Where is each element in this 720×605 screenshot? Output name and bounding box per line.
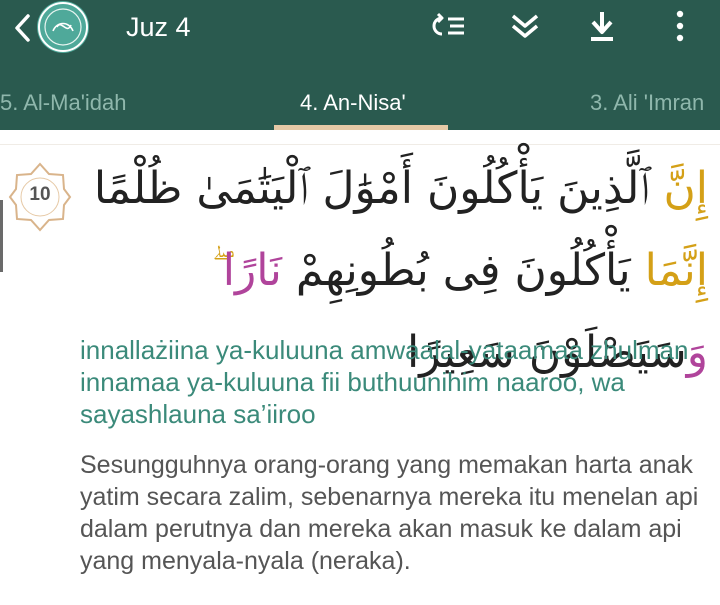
tajwid-highlight: إِنَّمَا bbox=[644, 245, 708, 296]
page-title: Juz 4 bbox=[126, 12, 191, 42]
tajwid-highlight: نَارًا bbox=[222, 245, 282, 296]
ayah-number: 10 bbox=[29, 184, 51, 205]
app-header: Juz 4 5. Al-Ma'idah 4. An-Nisa' 3. Ali '… bbox=[0, 0, 720, 130]
tajwid-highlight: إِنَّ bbox=[663, 163, 708, 214]
arabic-segment: ٱلَّذِينَ يَأْكُلُونَ أَمْوَٰلَ ٱلْيَتَٰ… bbox=[93, 163, 664, 214]
quran-logo-icon bbox=[37, 1, 89, 53]
back-arrow-icon[interactable] bbox=[8, 8, 36, 48]
transliteration-text: innallażiina ya-kuluuna amwaalal-yataama… bbox=[80, 335, 689, 429]
repeat-list-icon[interactable] bbox=[428, 8, 468, 44]
arabic-segment: يَأْكُلُونَ فِى بُطُونِهِمْ bbox=[281, 245, 645, 296]
toolbar: Juz 4 bbox=[0, 0, 720, 62]
scrollbar-thumb[interactable] bbox=[0, 200, 3, 272]
download-icon[interactable] bbox=[586, 8, 618, 44]
tab-an-nisa[interactable]: 4. An-Nisa' bbox=[300, 88, 406, 118]
surah-tabs: 5. Al-Ma'idah 4. An-Nisa' 3. Ali 'Imran bbox=[0, 82, 720, 130]
content-divider bbox=[0, 130, 720, 145]
tab-ali-imran[interactable]: 3. Ali 'Imran bbox=[590, 88, 704, 118]
tab-al-maidah[interactable]: 5. Al-Ma'idah bbox=[0, 88, 127, 118]
translation-text: Sesungguhnya orang-orang yang memakan ha… bbox=[80, 451, 699, 575]
more-vertical-icon[interactable] bbox=[670, 8, 690, 44]
waqf-mark: ۖ bbox=[211, 245, 223, 296]
double-chevron-down-icon[interactable] bbox=[508, 8, 542, 44]
